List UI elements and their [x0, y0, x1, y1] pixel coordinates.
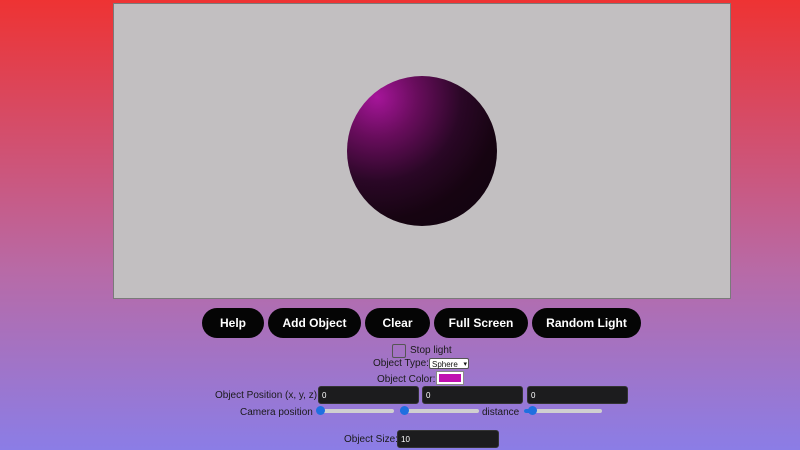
help-button[interactable]: Help [202, 308, 264, 338]
add-object-button[interactable]: Add Object [268, 308, 361, 338]
camera-position-label: Camera position [240, 407, 313, 418]
object-color-label: Object Color: [377, 374, 436, 385]
clear-button[interactable]: Clear [365, 308, 430, 338]
object-position-label: Object Position (x, y, z): [215, 390, 320, 401]
object-type-value: Sphere [432, 360, 458, 369]
object-type-select[interactable]: Sphere ▾ [429, 358, 469, 369]
position-x-input[interactable]: 0 [318, 386, 419, 404]
position-y-input[interactable]: 0 [422, 386, 523, 404]
distance-slider[interactable] [524, 406, 602, 415]
full-screen-button[interactable]: Full Screen [434, 308, 528, 338]
slider-thumb[interactable] [316, 406, 325, 415]
sphere-object [347, 76, 497, 226]
camera-position-slider-2[interactable] [400, 406, 479, 415]
object-size-label: Object Size: [344, 434, 398, 445]
object-color-picker[interactable] [436, 371, 464, 385]
object-color-swatch [439, 374, 461, 382]
random-light-button[interactable]: Random Light [532, 308, 641, 338]
toolbar: Help Add Object Clear Full Screen Random… [0, 308, 800, 338]
slider-thumb[interactable] [400, 406, 409, 415]
slider-thumb[interactable] [528, 406, 537, 415]
stop-light-label: Stop light [410, 345, 452, 356]
position-z-input[interactable]: 0 [527, 386, 628, 404]
object-type-label: Object Type: [373, 358, 429, 369]
distance-label: distance [482, 407, 520, 418]
object-size-input[interactable]: 10 [397, 430, 499, 448]
render-canvas[interactable] [113, 3, 731, 299]
chevron-down-icon: ▾ [463, 361, 467, 368]
camera-position-slider-1[interactable] [316, 406, 394, 415]
stop-light-checkbox[interactable] [392, 344, 406, 358]
